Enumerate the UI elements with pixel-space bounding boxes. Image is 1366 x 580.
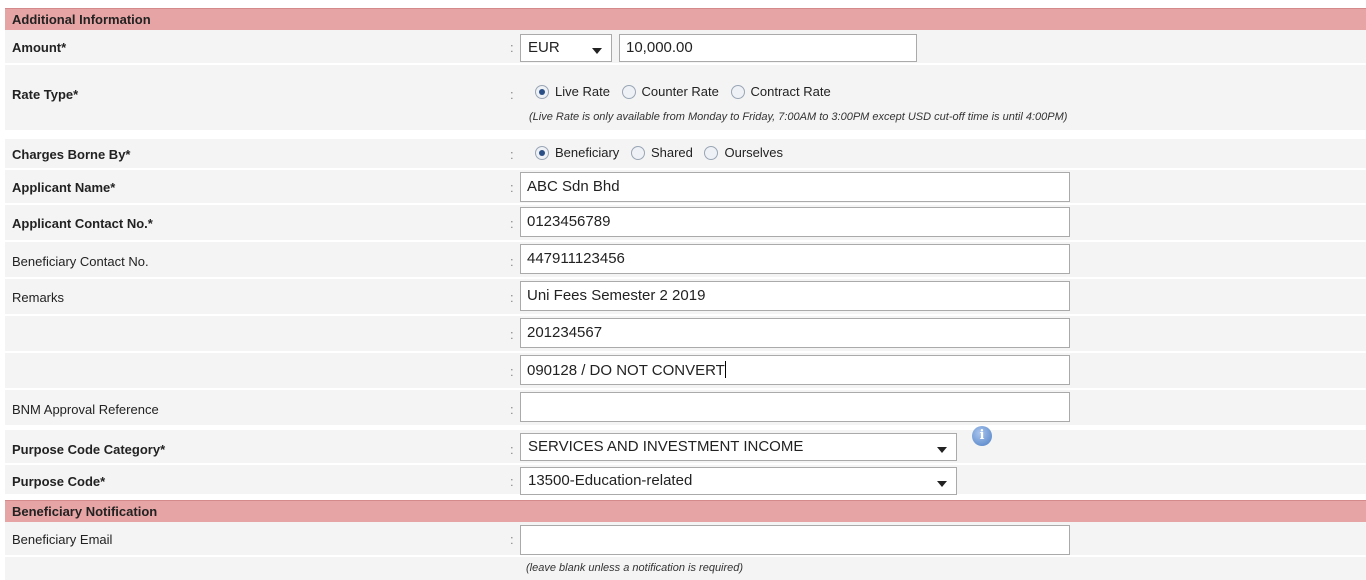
bnm-label: BNM Approval Reference [12,402,159,417]
colon-separator: : [510,474,514,489]
chevron-down-icon [937,447,947,453]
radio-icon[interactable] [630,145,645,160]
colon-separator: : [510,402,514,417]
purpose-category-select[interactable]: SERVICES AND INVESTMENT INCOME [520,433,957,461]
row-remarks-2: : 201234567 [5,316,1366,352]
radio-live-rate[interactable]: Live Rate [535,84,610,99]
email-note: (leave blank unless a notification is re… [526,562,744,574]
row-email-note: (leave blank unless a notification is re… [5,557,1366,580]
remarks-input-1[interactable]: Uni Fees Semester 2 2019 [520,281,1070,311]
row-charges-borne-by: Charges Borne By* : Beneficiary Shared O… [5,139,1366,169]
applicant-contact-input[interactable]: 0123456789 [520,207,1070,237]
colon-separator: : [510,290,514,305]
colon-separator: : [510,87,514,102]
radio-counter-rate[interactable]: Counter Rate [621,84,719,99]
rate-type-radio-group: Live Rate Counter Rate Contract Rate [535,84,839,102]
row-purpose-code: Purpose Code* : 13500-Education-related [5,465,1366,495]
colon-separator: : [510,40,514,55]
purpose-code-label: Purpose Code* [12,474,106,489]
beneficiary-email-input[interactable] [520,525,1070,555]
live-rate-note: (Live Rate is only available from Monday… [529,111,1068,123]
colon-separator: : [510,216,514,231]
section-title: Additional Information [12,12,151,27]
row-amount: Amount* : EUR 10,000.00 [5,30,1366,64]
chevron-down-icon [592,48,602,54]
radio-contract-rate[interactable]: Contract Rate [730,84,831,99]
currency-select[interactable]: EUR [520,34,612,62]
colon-separator: : [510,364,514,379]
row-beneficiary-contact: Beneficiary Contact No. : 447911123456 [5,242,1366,278]
radio-ourselves[interactable]: Ourselves [704,145,783,160]
beneficiary-email-label: Beneficiary Email [12,532,113,547]
colon-separator: : [510,147,514,162]
section-title: Beneficiary Notification [12,504,158,519]
beneficiary-contact-label: Beneficiary Contact No. [12,254,149,269]
row-remarks: Remarks : Uni Fees Semester 2 2019 [5,279,1366,315]
section-header-beneficiary-notification: Beneficiary Notification [5,500,1366,522]
colon-separator: : [510,442,514,457]
radio-icon[interactable] [704,145,719,160]
info-icon[interactable]: i [972,426,992,446]
row-rate-type: Rate Type* : Live Rate Counter Rate Cont… [5,65,1366,131]
row-purpose-category: Purpose Code Category* : SERVICES AND IN… [5,426,1366,464]
chevron-down-icon [937,481,947,487]
row-bnm-approval: BNM Approval Reference : [5,390,1366,426]
radio-shared[interactable]: Shared [630,145,693,160]
charges-label: Charges Borne By* [12,147,131,162]
row-beneficiary-email: Beneficiary Email : [5,522,1366,556]
applicant-contact-label: Applicant Contact No.* [12,216,153,231]
radio-icon[interactable] [621,84,636,99]
purpose-category-label: Purpose Code Category* [12,442,166,457]
beneficiary-contact-input[interactable]: 447911123456 [520,244,1070,274]
radio-icon[interactable] [535,84,549,99]
charges-radio-group: Beneficiary Shared Ourselves [535,145,791,163]
colon-separator: : [510,180,514,195]
colon-separator: : [510,532,514,547]
amount-value: 10,000.00 [626,39,693,56]
row-applicant-name: Applicant Name* : ABC Sdn Bhd [5,170,1366,204]
radio-beneficiary[interactable]: Beneficiary [535,145,619,160]
section-header-additional-information: Additional Information [5,8,1366,30]
amount-label: Amount* [12,40,67,55]
radio-icon[interactable] [535,145,549,160]
bnm-input[interactable] [520,392,1070,422]
applicant-name-input[interactable]: ABC Sdn Bhd [520,172,1070,202]
remarks-label: Remarks [12,290,65,305]
row-remarks-3: : 090128 / DO NOT CONVERT [5,353,1366,389]
rate-type-label: Rate Type* [12,87,79,102]
remarks-input-3[interactable]: 090128 / DO NOT CONVERT [520,355,1070,385]
amount-input[interactable]: 10,000.00 [619,34,917,62]
text-cursor [724,361,726,378]
applicant-name-label: Applicant Name* [12,180,116,195]
colon-separator: : [510,254,514,269]
purpose-code-select[interactable]: 13500-Education-related [520,467,957,495]
colon-separator: : [510,327,514,342]
row-applicant-contact: Applicant Contact No.* : 0123456789 [5,205,1366,241]
remarks-input-2[interactable]: 201234567 [520,318,1070,348]
currency-value: EUR [528,39,560,56]
radio-icon[interactable] [730,84,745,99]
